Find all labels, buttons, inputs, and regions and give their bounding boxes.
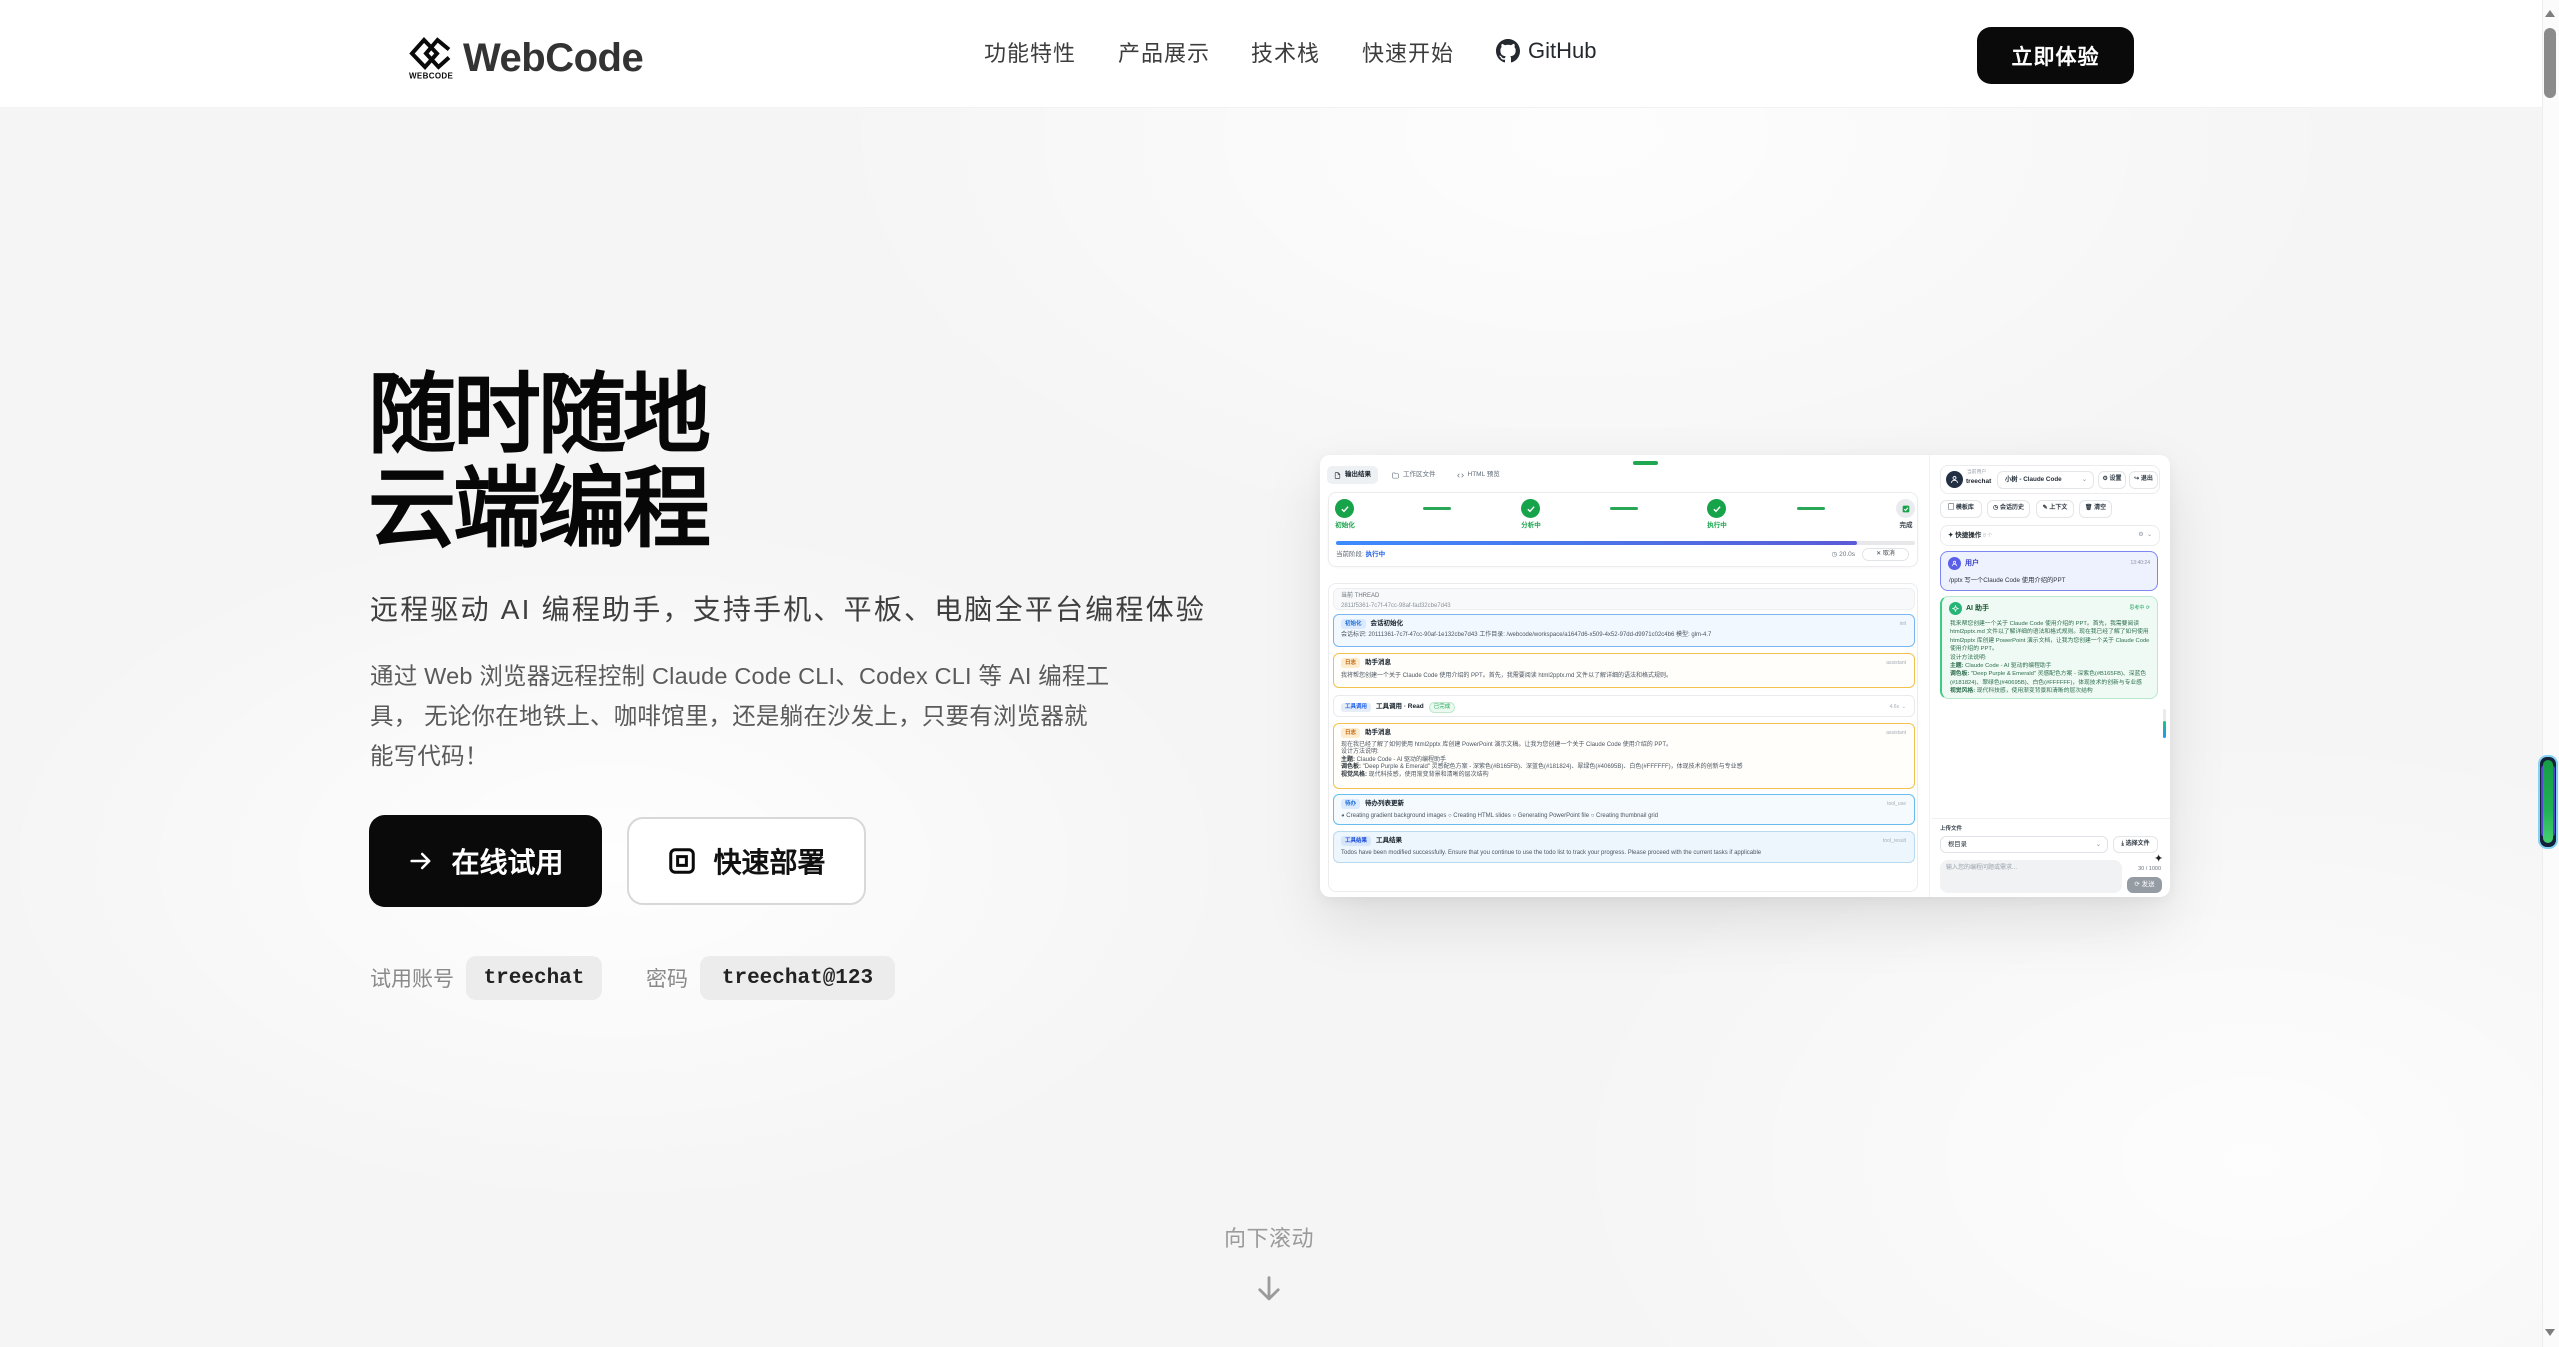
svg-text:WEBCODE: WEBCODE	[409, 72, 454, 81]
